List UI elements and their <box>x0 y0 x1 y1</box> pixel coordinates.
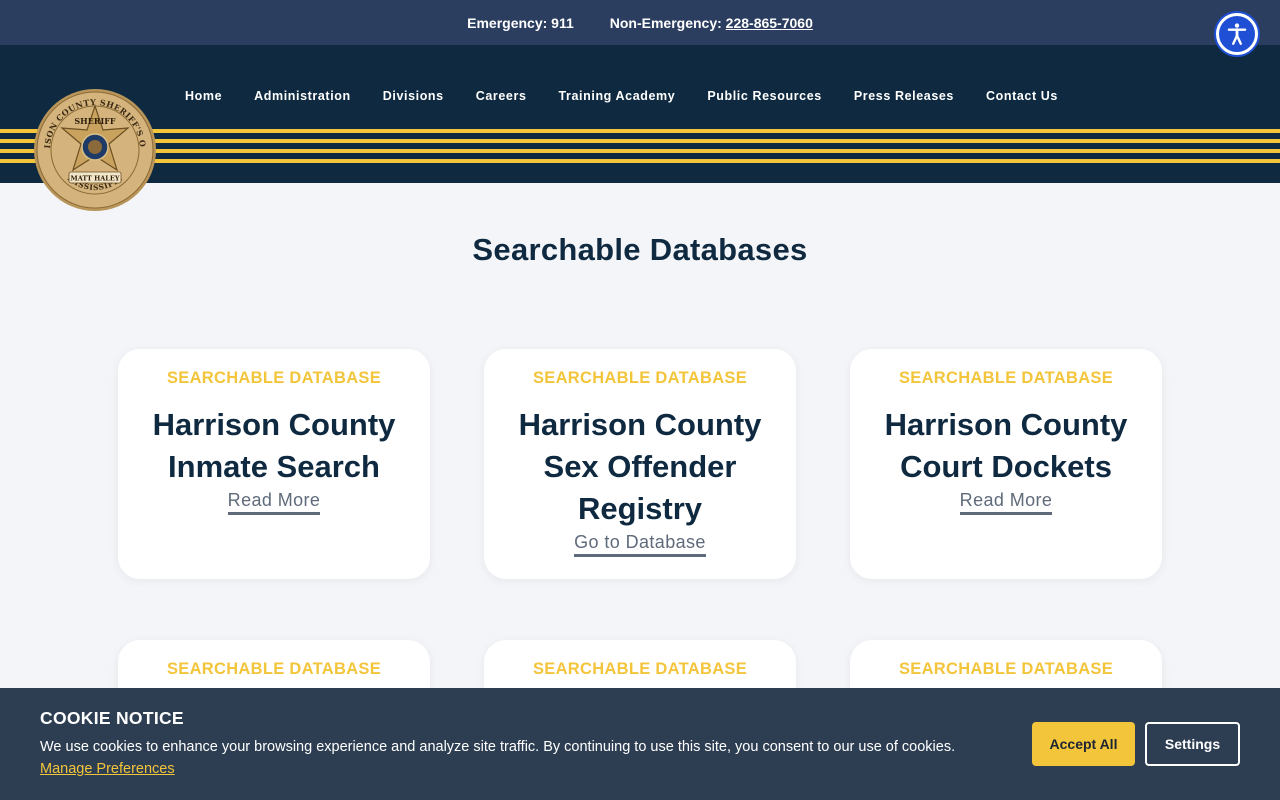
card-kicker: SEARCHABLE DATABASE <box>532 660 748 678</box>
accessibility-button[interactable] <box>1216 13 1258 55</box>
nav-item-public-resources[interactable]: Public Resources <box>707 89 822 103</box>
page-title: Searchable Databases <box>472 232 808 267</box>
nav-item-home[interactable]: Home <box>185 89 222 103</box>
card-kicker: SEARCHABLE DATABASE <box>898 369 1114 387</box>
logo-banner-text: MATT HALEY <box>71 175 120 183</box>
site-header: Home Administration Divisions Careers Tr… <box>0 45 1280 183</box>
nav-item-training-academy[interactable]: Training Academy <box>559 89 676 103</box>
manage-preferences-link[interactable]: Manage Preferences <box>40 761 175 777</box>
non-emergency-label: Non-Emergency: <box>609 14 722 31</box>
non-emergency-info: Non-Emergency: 228-865-7060 <box>610 15 813 31</box>
card-title: Harrison County Inmate Search <box>152 407 396 484</box>
nav-item-careers[interactable]: Careers <box>476 89 527 103</box>
nav-item-contact-us[interactable]: Contact Us <box>986 89 1058 103</box>
main-nav: Home Administration Divisions Careers Tr… <box>185 89 1058 103</box>
card-go-to-database-link[interactable]: Go to Database <box>574 532 706 557</box>
database-card[interactable]: SEARCHABLE DATABASE Harrison County Sex … <box>484 349 796 579</box>
card-title: Harrison County Court Dockets <box>884 407 1128 484</box>
header-stripe <box>0 149 1280 153</box>
card-read-more-link[interactable]: Read More <box>959 490 1053 515</box>
card-title: Harrison County Sex Offender Registry <box>518 407 762 526</box>
header-stripe <box>0 159 1280 163</box>
top-contact-bar: Emergency: 911 Non-Emergency: 228-865-70… <box>0 0 1280 45</box>
cookie-text: We use cookies to enhance your browsing … <box>40 739 956 755</box>
accessibility-icon <box>1227 23 1247 45</box>
cookie-settings-button[interactable]: Settings <box>1145 722 1240 766</box>
nav-item-divisions[interactable]: Divisions <box>383 89 444 103</box>
header-stripe <box>0 129 1280 133</box>
nav-item-press-releases[interactable]: Press Releases <box>854 89 954 103</box>
card-kicker: SEARCHABLE DATABASE <box>532 369 748 387</box>
card-kicker: SEARCHABLE DATABASE <box>166 369 382 387</box>
database-card[interactable]: SEARCHABLE DATABASE Harrison County Cour… <box>850 349 1162 579</box>
accept-all-button[interactable]: Accept All <box>1032 722 1135 766</box>
cookie-notice: COOKIE NOTICE We use cookies to enhance … <box>0 688 1280 800</box>
card-kicker: SEARCHABLE DATABASE <box>898 660 1114 678</box>
emergency-number: Emergency: 911 <box>467 14 574 31</box>
logo-star-text: SHERIFF <box>74 116 116 126</box>
cookie-title: COOKIE NOTICE <box>40 708 184 728</box>
card-read-more-link[interactable]: Read More <box>227 490 321 515</box>
sheriff-badge-logo[interactable]: HARRISON COUNTY SHERIFF'S OFFICE MISSISS… <box>33 88 157 212</box>
non-emergency-phone-link[interactable]: 228-865-7060 <box>726 15 813 31</box>
card-kicker: SEARCHABLE DATABASE <box>166 660 382 678</box>
nav-item-administration[interactable]: Administration <box>254 89 351 103</box>
database-card[interactable]: SEARCHABLE DATABASE Harrison County Inma… <box>118 349 430 579</box>
header-stripe <box>0 139 1280 143</box>
